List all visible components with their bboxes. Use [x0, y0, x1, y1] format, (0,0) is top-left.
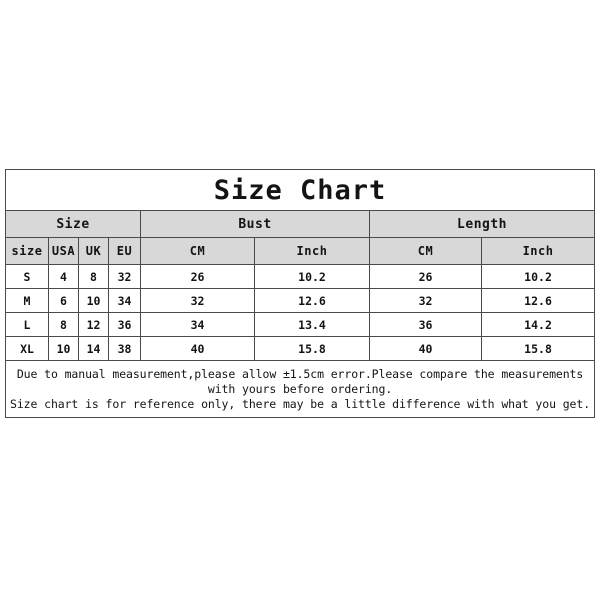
group-header-bust: Bust: [140, 210, 370, 238]
cell-eu: 32: [108, 264, 141, 289]
table-row: M 6 10 34 32 12.6 32 12.6: [5, 288, 596, 313]
cell-bust-inch: 10.2: [254, 264, 370, 289]
title-row: Size Chart: [4, 169, 596, 211]
cell-length-cm: 40: [369, 336, 482, 361]
column-header-size: size: [5, 237, 49, 265]
cell-size: XL: [5, 336, 49, 361]
cell-eu: 36: [108, 312, 141, 337]
cell-uk: 14: [78, 336, 109, 361]
cell-uk: 10: [78, 288, 109, 313]
cell-uk: 12: [78, 312, 109, 337]
note-row: Due to manual measurement,please allow ±…: [4, 360, 596, 418]
group-header-length: Length: [368, 210, 596, 238]
cell-usa: 4: [48, 264, 79, 289]
column-header-usa: USA: [48, 237, 79, 265]
cell-eu: 38: [108, 336, 141, 361]
cell-usa: 10: [48, 336, 79, 361]
cell-size: M: [5, 288, 49, 313]
column-header-row: size USA UK EU CM Inch CM Inch: [5, 237, 596, 265]
cell-uk: 8: [78, 264, 109, 289]
cell-length-inch: 15.8: [480, 336, 596, 361]
cell-size: S: [5, 264, 49, 289]
cell-eu: 34: [108, 288, 141, 313]
cell-bust-inch: 12.6: [254, 288, 370, 313]
cell-length-inch: 10.2: [480, 264, 596, 289]
cell-bust-cm: 34: [140, 312, 255, 337]
column-header-bust-cm: CM: [140, 237, 255, 265]
size-chart-container: Size Chart Size Bust Length size USA UK …: [4, 169, 596, 418]
size-chart-page: Size Chart Size Bust Length size USA UK …: [0, 0, 600, 600]
cell-size: L: [5, 312, 49, 337]
cell-bust-inch: 13.4: [254, 312, 370, 337]
cell-usa: 8: [48, 312, 79, 337]
note-line-1: Due to manual measurement,please allow ±…: [16, 366, 584, 381]
page-title: Size Chart: [4, 169, 596, 211]
column-header-bust-inch: Inch: [254, 237, 370, 265]
group-header-row: Size Bust Length: [5, 210, 596, 238]
table-row: XL 10 14 38 40 15.8 40 15.8: [5, 336, 596, 361]
column-header-uk: UK: [78, 237, 109, 265]
cell-length-inch: 12.6: [480, 288, 596, 313]
table-row: S 4 8 32 26 10.2 26 10.2: [5, 264, 596, 289]
cell-length-cm: 26: [369, 264, 482, 289]
cell-length-inch: 14.2: [480, 312, 596, 337]
cell-length-cm: 32: [369, 288, 482, 313]
cell-bust-cm: 26: [140, 264, 255, 289]
cell-bust-inch: 15.8: [254, 336, 370, 361]
note-line-3: Size chart is for reference only, there …: [10, 396, 591, 411]
column-header-length-inch: Inch: [480, 237, 596, 265]
cell-length-cm: 36: [369, 312, 482, 337]
size-chart-table: Size Chart Size Bust Length size USA UK …: [4, 169, 596, 418]
note-line-2: with yours before ordering.: [207, 381, 393, 396]
cell-bust-cm: 40: [140, 336, 255, 361]
column-header-length-cm: CM: [369, 237, 482, 265]
measurement-note: Due to manual measurement,please allow ±…: [4, 360, 596, 418]
cell-usa: 6: [48, 288, 79, 313]
column-header-eu: EU: [108, 237, 141, 265]
cell-bust-cm: 32: [140, 288, 255, 313]
table-row: L 8 12 36 34 13.4 36 14.2: [5, 312, 596, 337]
group-header-size: Size: [5, 210, 141, 238]
